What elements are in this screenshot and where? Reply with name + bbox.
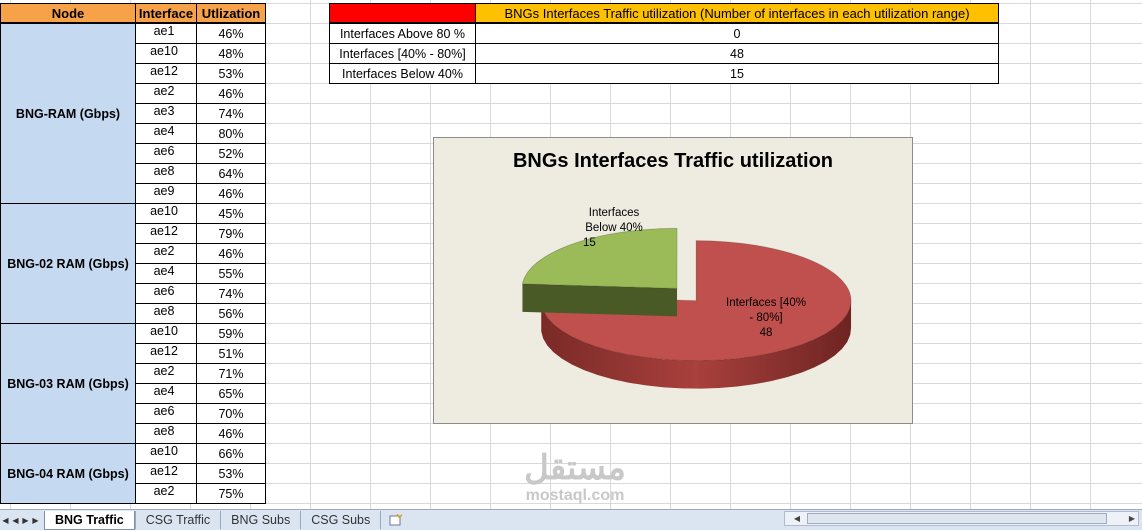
interface-cell[interactable]: ae3 (135, 103, 197, 124)
utilization-cell[interactable]: 46% (196, 423, 266, 444)
slice-value-below-40: 15 (583, 237, 596, 249)
pie-plot (521, 227, 852, 389)
summary-title[interactable]: BNGs Interfaces Traffic utilization (Num… (475, 3, 999, 23)
slice-label-below-40: Interfaces Below 40% 15 (574, 206, 654, 251)
utilization-cell[interactable]: 74% (196, 283, 266, 304)
utilization-cell[interactable]: 59% (196, 323, 266, 344)
summary-label[interactable]: Interfaces Above 80 % (329, 23, 476, 44)
interface-cell[interactable]: ae8 (135, 303, 197, 324)
utilization-cell[interactable]: 55% (196, 263, 266, 284)
interface-cell[interactable]: ae2 (135, 363, 197, 384)
summary-marker-cell[interactable] (329, 3, 476, 23)
interface-cell[interactable]: ae12 (135, 343, 197, 364)
interface-cell[interactable]: ae2 (135, 483, 197, 504)
utilization-cell[interactable]: 79% (196, 223, 266, 244)
utilization-cell[interactable]: 56% (196, 303, 266, 324)
utilization-cell[interactable]: 74% (196, 103, 266, 124)
utilization-cell[interactable]: 65% (196, 383, 266, 404)
utilization-cell[interactable]: 75% (196, 483, 266, 504)
interface-cell[interactable]: ae8 (135, 163, 197, 184)
scroll-left-icon[interactable]: ◀ (791, 512, 803, 525)
interface-cell[interactable]: ae12 (135, 463, 197, 484)
insert-sheet-icon[interactable] (380, 511, 411, 529)
utilization-cell[interactable]: 64% (196, 163, 266, 184)
utilization-cell[interactable]: 46% (196, 83, 266, 104)
utilization-cell[interactable]: 71% (196, 363, 266, 384)
interface-cell[interactable]: ae2 (135, 83, 197, 104)
slice-label-40-80: Interfaces [40% - 80%] 48 (716, 296, 816, 341)
node-label: BNG-02 RAM (Gbps) (7, 256, 129, 271)
interface-cell[interactable]: ae2 (135, 243, 197, 264)
node-label: BNG-RAM (Gbps) (15, 106, 121, 121)
node-cell[interactable]: BNG-04 RAM (Gbps) (0, 443, 136, 504)
last-sheet-icon[interactable]: ▶ (31, 512, 40, 528)
utilization-cell[interactable]: 53% (196, 63, 266, 84)
interface-cell[interactable]: ae4 (135, 123, 197, 144)
tab-csg-subs[interactable]: CSG Subs (300, 511, 380, 529)
watermark-arabic: مستقل (524, 449, 626, 487)
interface-cell[interactable]: ae10 (135, 203, 197, 224)
utilization-cell[interactable]: 46% (196, 23, 266, 44)
tab-bng-traffic[interactable]: BNG Traffic (44, 510, 135, 530)
utilization-cell[interactable]: 70% (196, 403, 266, 424)
summary-label[interactable]: Interfaces [40% - 80%] (329, 43, 476, 64)
slice-label-below-40-line1: Interfaces (588, 207, 640, 219)
scroll-right-icon[interactable]: ▶ (1126, 512, 1138, 525)
next-sheet-icon[interactable]: ▶ (21, 512, 30, 528)
node-cell[interactable]: BNG-RAM (Gbps) (0, 23, 136, 204)
interface-cell[interactable]: ae12 (135, 223, 197, 244)
utilization-cell[interactable]: 52% (196, 143, 266, 164)
utilization-cell[interactable]: 51% (196, 343, 266, 364)
first-sheet-icon[interactable]: ◀ (1, 512, 10, 528)
slice-label-40-80-line2: - 80%] (749, 312, 783, 324)
slice-value-40-80: 48 (759, 327, 773, 339)
interface-cell[interactable]: ae10 (135, 443, 197, 464)
tab-csg-traffic[interactable]: CSG Traffic (134, 511, 220, 529)
prev-sheet-icon[interactable]: ◀ (11, 512, 20, 528)
horizontal-scrollbar[interactable]: ◀ ▶ (784, 511, 1139, 526)
interface-cell[interactable]: ae9 (135, 183, 197, 204)
interface-cell[interactable]: ae12 (135, 63, 197, 84)
utilization-cell[interactable]: 45% (196, 203, 266, 224)
node-cell[interactable]: BNG-02 RAM (Gbps) (0, 203, 136, 324)
utilization-cell[interactable]: 46% (196, 243, 266, 264)
interface-cell[interactable]: ae6 (135, 283, 197, 304)
summary-value[interactable]: 0 (475, 23, 999, 44)
node-label: BNG-04 RAM (Gbps) (7, 466, 129, 481)
interface-cell[interactable]: ae8 (135, 423, 197, 444)
scrollbar-thumb[interactable] (807, 513, 1107, 524)
interface-cell[interactable]: ae4 (135, 263, 197, 284)
new-sheet-icon (389, 514, 403, 526)
watermark-latin: mostaql.com (525, 487, 625, 504)
summary-value[interactable]: 48 (475, 43, 999, 64)
slice-label-40-80-line1: Interfaces [40% (726, 297, 806, 309)
interface-cell[interactable]: ae10 (135, 323, 197, 344)
utilization-cell[interactable]: 80% (196, 123, 266, 144)
interface-cell[interactable]: ae10 (135, 43, 197, 64)
pie-slice-below-40-wall (522, 283, 678, 317)
summary-label[interactable]: Interfaces Below 40% (329, 63, 476, 84)
interface-cell[interactable]: ae6 (135, 143, 197, 164)
pie-chart[interactable]: BNGs Interfaces Traffic utilization Inte… (433, 137, 913, 424)
header-interface[interactable]: Interface (135, 3, 197, 23)
summary-value[interactable]: 15 (475, 63, 999, 84)
utilization-cell[interactable]: 53% (196, 463, 266, 484)
interface-cell[interactable]: ae1 (135, 23, 197, 44)
utilization-cell[interactable]: 66% (196, 443, 266, 464)
utilization-cell[interactable]: 46% (196, 183, 266, 204)
interface-cell[interactable]: ae4 (135, 383, 197, 404)
header-utilization[interactable]: Utlization (196, 3, 266, 23)
utilization-cell[interactable]: 48% (196, 43, 266, 64)
node-cell[interactable]: BNG-03 RAM (Gbps) (0, 323, 136, 444)
tab-bng-subs[interactable]: BNG Subs (220, 511, 300, 529)
interface-cell[interactable]: ae6 (135, 403, 197, 424)
watermark-logo: مستقل mostaql.com (500, 448, 650, 509)
slice-label-below-40-line2: Below 40% (585, 222, 643, 234)
node-label: BNG-03 RAM (Gbps) (7, 376, 129, 391)
worksheet-grid[interactable]: Node Interface Utlization BNG-RAM (Gbps)… (0, 0, 1142, 509)
header-node[interactable]: Node (0, 3, 136, 23)
